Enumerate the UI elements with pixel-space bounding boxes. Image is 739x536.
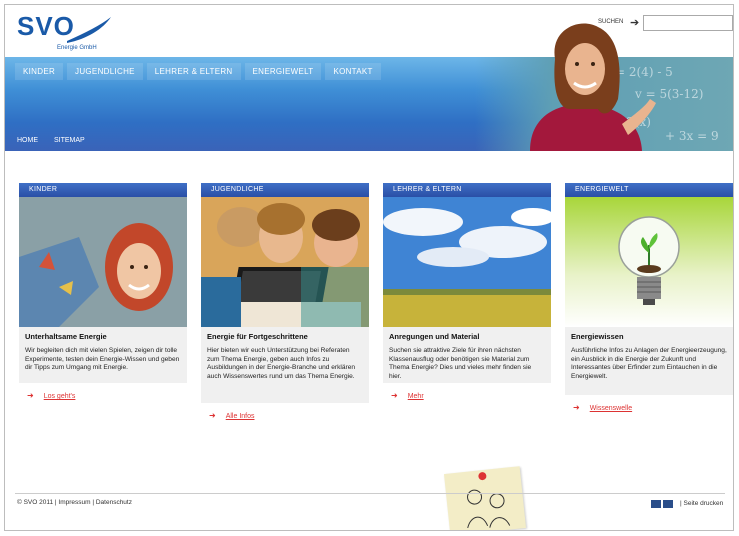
teaser-jugendliche: JUGENDLICHE Energie für Fortgeschrittene…: [201, 183, 369, 420]
bookmark-icon[interactable]: [663, 500, 673, 508]
teaser-header[interactable]: JUGENDLICHE: [201, 183, 369, 197]
teaser-link-lehrer-eltern[interactable]: Mehr: [408, 393, 424, 400]
sticky-note-image: [443, 466, 527, 530]
teaser-title: Unterhaltsame Energie: [25, 332, 107, 341]
teaser-body: Anregungen und Material Suchen sie attra…: [383, 327, 551, 383]
teaser-body: Energie für Fortgeschrittene Hier bieten…: [201, 327, 369, 403]
teaser-title: Anregungen und Material: [389, 332, 480, 341]
teaser-header[interactable]: KINDER: [19, 183, 187, 197]
footer-copyright[interactable]: © SVO 2011 | Impressum | Datenschutz: [17, 499, 132, 506]
teaser-kinder: KINDER Unterhaltsame Energie Wir begleit…: [19, 183, 187, 400]
teaser-body: Energiewissen Ausführliche Infos zu Anla…: [565, 327, 733, 395]
footer-divider: [15, 493, 725, 494]
nav-item-kontakt[interactable]: KONTAKT: [325, 63, 381, 80]
teaser-title: Energiewissen: [571, 332, 624, 341]
teacher-photo: [530, 23, 656, 151]
landscape-photo: [383, 197, 551, 327]
footer-share-icons: [651, 500, 673, 508]
logo-tagline: Energie GmbH: [57, 45, 97, 51]
arrow-right-icon: ➜: [573, 403, 580, 412]
nav-item-lehrer-eltern[interactable]: LEHRER & ELTERN: [146, 63, 241, 80]
teaser-link-kinder[interactable]: Los geht's: [44, 393, 76, 400]
arrow-right-icon: ➜: [209, 411, 216, 420]
teaser-text: Hier bieten wir euch Unterstützung bei R…: [207, 347, 356, 380]
jugendliche-photo: [201, 197, 369, 327]
subnav-item-sitemap[interactable]: SITEMAP: [54, 137, 85, 144]
lightbulb-photo: [565, 197, 733, 327]
teaser-lehrer-eltern: LEHRER & ELTERN Anregungen und Material …: [383, 183, 551, 400]
teaser-text: Ausführliche Infos zu Anlagen der Energi…: [571, 347, 727, 380]
teaser-link-row: ➜ Wissenswelle: [565, 403, 733, 412]
teaser-link-row: ➜ Los geht's: [19, 391, 187, 400]
nav-item-jugendliche[interactable]: JUGENDLICHE: [67, 63, 143, 80]
teaser-text: Wir begleiten dich mit vielen Spielen, z…: [25, 347, 180, 372]
teaser-title: Energie für Fortgeschrittene: [207, 332, 308, 341]
svo-logo[interactable]: SVO Energie GmbH: [17, 11, 117, 57]
main-nav: KINDER JUGENDLICHE LEHRER & ELTERN ENERG…: [15, 63, 385, 80]
logo-swoosh-icon: [67, 17, 111, 43]
teaser-body: Unterhaltsame Energie Wir begleiten dich…: [19, 327, 187, 383]
page-frame: SVO Energie GmbH SUCHEN ➔ = 2(4) - 5 v =…: [4, 4, 734, 531]
teaser-header[interactable]: ENERGIEWELT: [565, 183, 733, 197]
subnav-item-home[interactable]: HOME: [17, 137, 38, 144]
teaser-link-jugendliche[interactable]: Alle Infos: [226, 413, 255, 420]
teaser-header[interactable]: LEHRER & ELTERN: [383, 183, 551, 197]
teaser-link-energiewelt[interactable]: Wissenswelle: [590, 405, 632, 412]
teaser-link-row: ➜ Mehr: [383, 391, 551, 400]
teaser-energiewelt: ENERGIEWELT Energiewissen Ausführliche I…: [565, 183, 733, 412]
arrow-right-icon: ➜: [391, 391, 398, 400]
print-page-link[interactable]: | Seite drucken: [680, 500, 723, 507]
teaser-link-row: ➜ Alle Infos: [201, 411, 369, 420]
share-icon[interactable]: [651, 500, 661, 508]
kinder-photo: [19, 197, 187, 327]
nav-item-kinder[interactable]: KINDER: [15, 63, 64, 80]
chalk-formula-4: + 3x = 9: [665, 129, 719, 143]
teaser-text: Suchen sie attraktive Ziele für ihren nä…: [389, 347, 532, 380]
nav-item-energiewelt[interactable]: ENERGIEWELT: [244, 63, 322, 80]
arrow-right-icon: ➜: [27, 391, 34, 400]
sub-nav: HOME SITEMAP: [17, 137, 85, 144]
